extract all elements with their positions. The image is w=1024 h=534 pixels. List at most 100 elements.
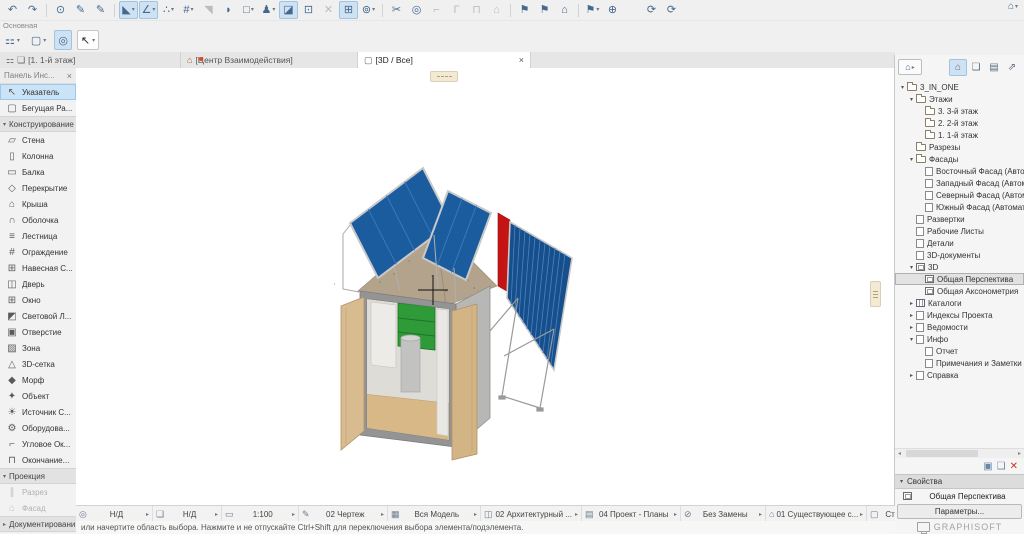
tool-skylight[interactable]: ◩Световой Л... bbox=[0, 308, 76, 324]
expander-closed-icon[interactable]: ▸ bbox=[907, 324, 916, 331]
expander-open-icon[interactable]: ▾ bbox=[898, 84, 907, 91]
pen-icon[interactable]: ✎ bbox=[91, 1, 110, 19]
dimension-style-segment[interactable]: ▤04 Проект - Планы▸ bbox=[582, 506, 681, 522]
navigator-hscrollbar[interactable]: ◂ ▸ bbox=[895, 448, 1024, 458]
orbit-mode-button[interactable]: ◎ bbox=[54, 30, 72, 50]
undo-icon[interactable]: ↶ bbox=[3, 1, 22, 19]
tool-equipment[interactable]: ⚙Оборудова... bbox=[0, 420, 76, 436]
project-map-icon[interactable]: ⌂ bbox=[949, 59, 967, 76]
view-map-icon[interactable]: ❏ bbox=[967, 59, 985, 76]
tool-curtain-wall[interactable]: ⊞Навесная С... bbox=[0, 260, 76, 276]
add-view-icon[interactable]: ⊕ bbox=[603, 1, 622, 19]
3d-cutaway-icon[interactable]: ◪ bbox=[279, 1, 298, 19]
graphic-override-segment[interactable]: ⊘Без Замены▸ bbox=[681, 506, 766, 522]
tool-arrow[interactable]: ↖Указатель bbox=[0, 84, 76, 100]
section-projection[interactable]: ▾Проекция bbox=[0, 468, 76, 484]
teamwork-receive-icon[interactable]: ⟳ bbox=[662, 1, 681, 19]
panel-splitter-handle[interactable] bbox=[870, 281, 881, 307]
new-folder-icon[interactable]: ❏ bbox=[997, 461, 1006, 472]
flag-marker-icon[interactable]: ⚑ bbox=[515, 1, 534, 19]
node-perspective[interactable]: Общая Перспектива bbox=[895, 273, 1024, 285]
node-report[interactable]: Отчет bbox=[895, 345, 1024, 357]
node-elev-east[interactable]: Восточный Фасад (Автоматичес bbox=[895, 165, 1024, 177]
expander-open-icon[interactable]: ▾ bbox=[907, 336, 916, 343]
tool-column[interactable]: ▯Колонна bbox=[0, 148, 76, 164]
arrow-mode-button[interactable]: ↖▾ bbox=[77, 30, 99, 50]
properties-section-header[interactable]: ▾ Свойства bbox=[895, 474, 1024, 489]
expander-closed-icon[interactable]: ▸ bbox=[907, 372, 916, 379]
node-worksheets[interactable]: Рабочие Листы bbox=[895, 225, 1024, 237]
viewport-drag-handle-top[interactable] bbox=[430, 71, 458, 82]
node-help[interactable]: ▸Справка bbox=[895, 369, 1024, 381]
tool-corner-window[interactable]: ⌐Угловое Ок... bbox=[0, 436, 76, 452]
guide-lines-icon[interactable]: ◣▾ bbox=[119, 1, 138, 19]
scroll-left-icon[interactable]: ◂ bbox=[895, 450, 904, 457]
expander-open-icon[interactable]: ▾ bbox=[907, 156, 916, 163]
node-story-1[interactable]: 1. 1-й этаж bbox=[895, 129, 1024, 141]
node-project[interactable]: ▾3_IN_ONE bbox=[895, 81, 1024, 93]
node-lists[interactable]: ▸Ведомости bbox=[895, 321, 1024, 333]
node-elevations[interactable]: ▾Фасады bbox=[895, 153, 1024, 165]
marquee-options-icon[interactable]: □▾ bbox=[239, 1, 258, 19]
view-settings-button[interactable]: Параметры... bbox=[897, 504, 1022, 519]
snap-points-icon[interactable]: ∴▾ bbox=[159, 1, 178, 19]
pen-set-segment[interactable]: ✎02 Чертеж▸ bbox=[299, 506, 388, 522]
scroll-right-icon[interactable]: ▸ bbox=[1015, 450, 1024, 457]
snap-guides-icon[interactable]: ∠▾ bbox=[139, 1, 158, 19]
tab-interaction-center[interactable]: ⌂[Центр Взаимодействия] bbox=[181, 52, 358, 68]
3d-window-style-segment[interactable]: ▢Стиль 3D-окна▸ bbox=[867, 506, 895, 522]
inject-parameters-icon[interactable]: ✎ bbox=[71, 1, 90, 19]
home-tab-button[interactable]: ⌂▾ bbox=[1008, 1, 1018, 12]
tool-lamp[interactable]: ☀Источник С... bbox=[0, 404, 76, 420]
find-select-icon[interactable]: ◎ bbox=[407, 1, 426, 19]
figure-icon[interactable]: ♟▾ bbox=[259, 1, 278, 19]
tool-opening[interactable]: ▣Отверстие bbox=[0, 324, 76, 340]
node-notes[interactable]: Примечания и Заметки bbox=[895, 357, 1024, 369]
tool-zone[interactable]: ▨Зона bbox=[0, 340, 76, 356]
tool-shell[interactable]: ∩Оболочка bbox=[0, 212, 76, 228]
tool-railing[interactable]: #Ограждение bbox=[0, 244, 76, 260]
tool-wall[interactable]: ▱Стена bbox=[0, 132, 76, 148]
favorites-popup-button[interactable]: ⚏▾ bbox=[2, 31, 23, 49]
node-elev-west[interactable]: Западный Фасад (Автоматичес bbox=[895, 177, 1024, 189]
expander-open-icon[interactable]: ▾ bbox=[907, 96, 916, 103]
delete-item-icon[interactable]: ✕ bbox=[1010, 461, 1018, 472]
node-interior-elev[interactable]: Развертки bbox=[895, 213, 1024, 225]
tool-wall-end[interactable]: ⊓Окончание... bbox=[0, 452, 76, 468]
fit-in-window-icon[interactable]: ⊞ bbox=[339, 1, 358, 19]
toolbox-header[interactable]: Панель Инс... × bbox=[0, 68, 76, 84]
tool-slab[interactable]: ◇Перекрытие bbox=[0, 180, 76, 196]
node-axonometry[interactable]: Общая Аксонометрия bbox=[895, 285, 1024, 297]
tool-marquee[interactable]: ▢Бегущая Ра... bbox=[0, 100, 76, 116]
tool-door[interactable]: ◫Дверь bbox=[0, 276, 76, 292]
node-story-3[interactable]: 3. 3-й этаж bbox=[895, 105, 1024, 117]
node-elev-south[interactable]: Южный Фасад (Автоматически bbox=[895, 201, 1024, 213]
tool-object[interactable]: ✦Объект bbox=[0, 388, 76, 404]
tool-window[interactable]: ⊞Окно bbox=[0, 292, 76, 308]
pickup-parameters-icon[interactable]: ⊙ bbox=[51, 1, 70, 19]
node-story-2[interactable]: 2. 2-й этаж bbox=[895, 117, 1024, 129]
save-current-view-icon[interactable]: ▣ bbox=[983, 461, 992, 472]
scrollbar-thumb[interactable] bbox=[906, 450, 978, 457]
expander-closed-icon[interactable]: ▸ bbox=[907, 300, 916, 307]
section-documentation[interactable]: ▸Документировани bbox=[0, 516, 76, 532]
tool-roof[interactable]: ⌂Крыша bbox=[0, 196, 76, 212]
partial-structure-display-segment[interactable]: ▦Вся Модель▸ bbox=[388, 506, 481, 522]
split-icon[interactable]: ✂ bbox=[387, 1, 406, 19]
tool-stair[interactable]: ≡Лестница bbox=[0, 228, 76, 244]
project-chooser-button[interactable]: ⌂ ▸ bbox=[898, 59, 922, 75]
tool-beam[interactable]: ▭Балка bbox=[0, 164, 76, 180]
close-icon[interactable]: × bbox=[513, 55, 524, 65]
node-elev-north[interactable]: Северный Фасад (Автоматичес bbox=[895, 189, 1024, 201]
marquee-popup-button[interactable]: ▢▾ bbox=[28, 31, 49, 49]
zoom-window-icon[interactable]: ⊡ bbox=[299, 1, 318, 19]
renovation-filter-segment[interactable]: ⌂01 Существующее с...▸ bbox=[766, 506, 867, 522]
tool-mesh[interactable]: △3D-сетка bbox=[0, 356, 76, 372]
wall-reference-icon[interactable]: ◗ bbox=[219, 1, 238, 19]
viewport-3d[interactable] bbox=[76, 68, 895, 505]
capture-icon[interactable]: ⌂ bbox=[555, 1, 574, 19]
node-stories[interactable]: ▾Этажи bbox=[895, 93, 1024, 105]
bookmark-icon[interactable]: ⚑▾ bbox=[583, 1, 602, 19]
tool-morph[interactable]: ◆Морф bbox=[0, 372, 76, 388]
publisher-icon[interactable]: ⇗ bbox=[1003, 59, 1021, 76]
